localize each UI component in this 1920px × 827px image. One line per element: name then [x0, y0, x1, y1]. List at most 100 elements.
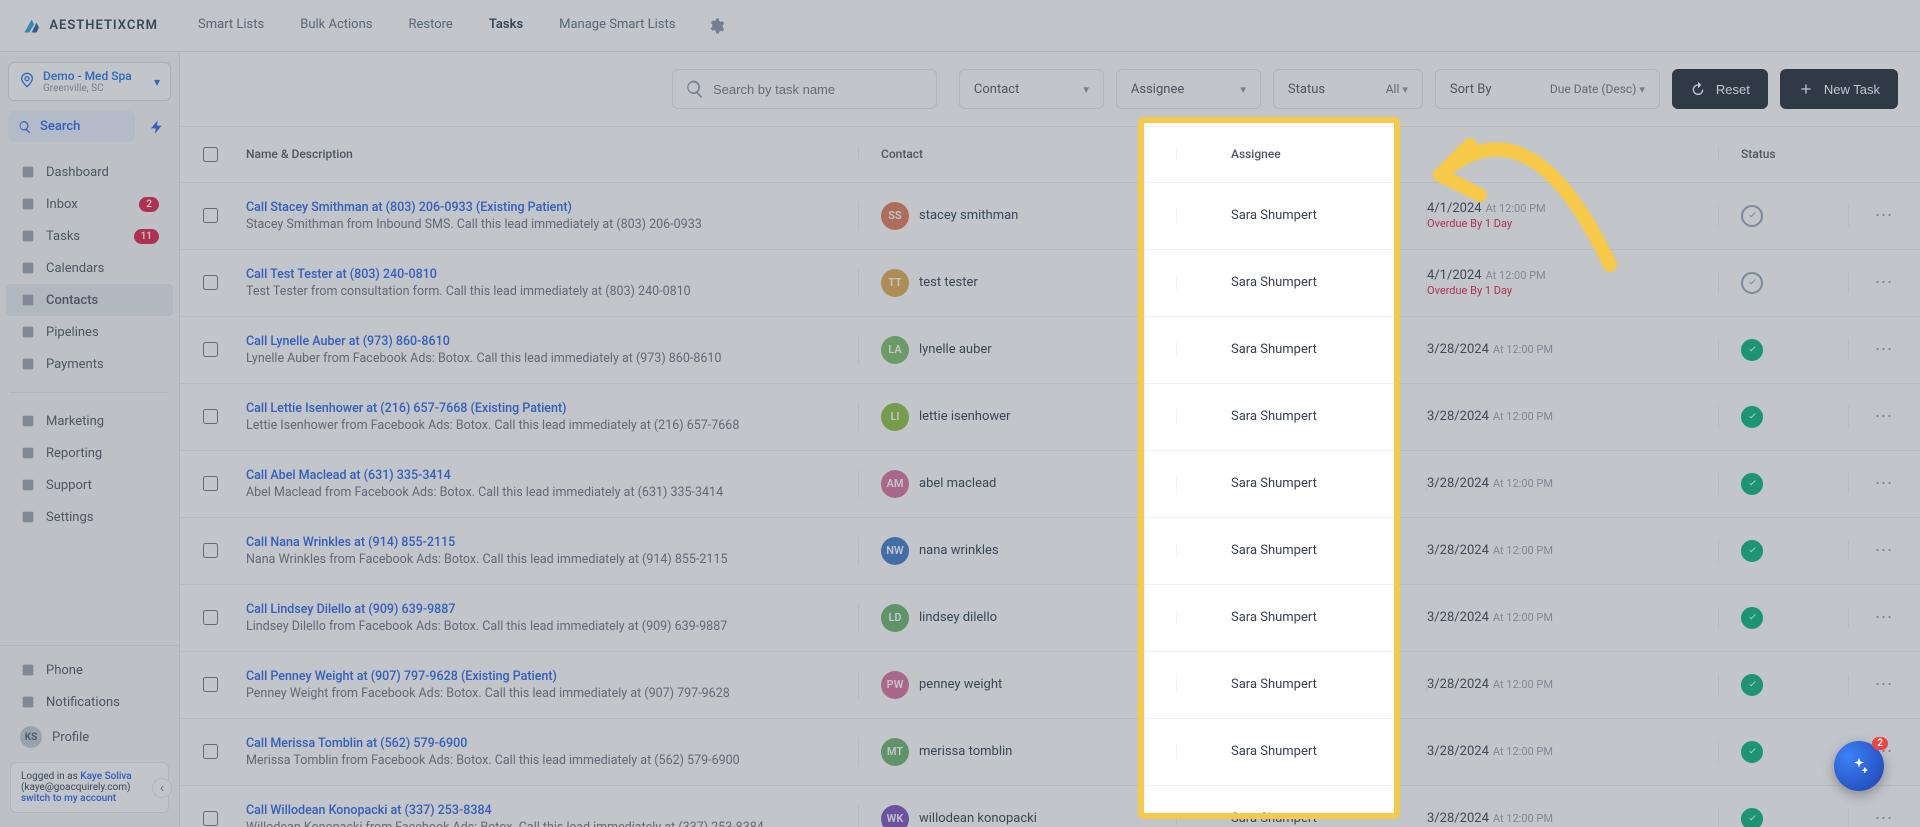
status-done-chip[interactable] — [1741, 741, 1763, 763]
row-checkbox[interactable] — [203, 543, 218, 558]
nav-manage-smart-lists[interactable]: Manage Smart Lists — [541, 0, 693, 51]
sidebar-item-marketing[interactable]: Marketing — [6, 405, 173, 437]
contact-name[interactable]: willodean konopacki — [919, 811, 1037, 826]
contact-name[interactable]: merissa tomblin — [919, 744, 1012, 759]
status-done-chip[interactable] — [1741, 808, 1763, 827]
contact-name[interactable]: abel maclead — [919, 476, 996, 491]
sidebar-item-contacts[interactable]: Contacts — [6, 284, 173, 316]
status-pending-chip[interactable] — [1741, 205, 1763, 227]
due-date: 3/28/2024 — [1427, 677, 1489, 692]
overdue-text: Overdue By 1 Day — [1427, 217, 1718, 230]
chat-fab[interactable]: 2 — [1834, 741, 1884, 791]
status-done-chip[interactable] — [1741, 607, 1763, 629]
quick-actions-bolt[interactable] — [143, 111, 171, 142]
search-icon — [18, 120, 32, 134]
assignee-name: Sara Shumpert — [1176, 610, 1426, 625]
filter-contact[interactable]: Contact ▾ — [959, 69, 1104, 109]
sidebar-badge: 2 — [139, 197, 159, 212]
task-title-link[interactable]: Call Lynelle Auber at (973) 860-8610 — [246, 334, 858, 349]
task-title-link[interactable]: Call Merissa Tomblin at (562) 579-6900 — [246, 736, 858, 751]
row-actions-menu[interactable]: ⋯ — [1848, 205, 1920, 226]
row-checkbox[interactable] — [203, 610, 218, 625]
task-title-link[interactable]: Call Abel Maclead at (631) 335-3414 — [246, 468, 858, 483]
row-checkbox[interactable] — [203, 409, 218, 424]
task-title-link[interactable]: Call Lindsey Dilello at (909) 639-9887 — [246, 602, 858, 617]
sidebar-item-inbox[interactable]: Inbox2 — [6, 188, 173, 220]
contact-name[interactable]: test tester — [919, 275, 978, 290]
row-checkbox[interactable] — [203, 677, 218, 692]
switch-account-link[interactable]: switch to my account — [21, 793, 116, 804]
sidebar-item-profile[interactable]: KSProfile — [6, 718, 173, 756]
sidebar-item-pipelines[interactable]: Pipelines — [6, 316, 173, 348]
row-checkbox[interactable] — [203, 744, 218, 759]
filter-status[interactable]: Status All ▾ — [1273, 69, 1423, 109]
row-actions-menu[interactable]: ⋯ — [1848, 272, 1920, 293]
status-done-chip[interactable] — [1741, 473, 1763, 495]
sidebar-item-reporting[interactable]: Reporting — [6, 437, 173, 469]
sidebar-item-label: Payments — [46, 357, 104, 372]
row-actions-menu[interactable]: ⋯ — [1848, 473, 1920, 494]
task-title-link[interactable]: Call Willodean Konopacki at (337) 253-83… — [246, 803, 858, 818]
status-done-chip[interactable] — [1741, 674, 1763, 696]
contact-name[interactable]: nana wrinkles — [919, 543, 999, 558]
sidebar-item-payments[interactable]: Payments — [6, 348, 173, 380]
sidebar-group-primary: DashboardInbox2Tasks11CalendarsContactsP… — [0, 152, 179, 384]
reset-button[interactable]: Reset — [1672, 69, 1768, 109]
task-title-link[interactable]: Call Test Tester at (803) 240-0810 — [246, 267, 858, 282]
brand-logo[interactable]: AESTHETIXCRM — [0, 14, 180, 38]
select-all-checkbox[interactable] — [203, 147, 218, 162]
sidebar-item-notifications[interactable]: Notifications — [6, 686, 173, 718]
row-actions-menu[interactable]: ⋯ — [1848, 808, 1920, 827]
collapse-sidebar-button[interactable]: ‹ — [152, 778, 172, 798]
due-time: At 12:00 PM — [1493, 678, 1553, 691]
filter-contact-label: Contact — [974, 82, 1019, 97]
contact-name[interactable]: penney weight — [919, 677, 1002, 692]
status-pending-chip[interactable] — [1741, 272, 1763, 294]
sidebar-item-settings[interactable]: Settings — [6, 501, 173, 533]
admin-email: (kaye@goacquirely.com) — [21, 782, 131, 793]
row-checkbox[interactable] — [203, 275, 218, 290]
filter-assignee[interactable]: Assignee ▾ — [1116, 69, 1261, 109]
nav-smart-lists[interactable]: Smart Lists — [180, 0, 282, 51]
row-actions-menu[interactable]: ⋯ — [1848, 674, 1920, 695]
due-date: 3/28/2024 — [1427, 476, 1489, 491]
row-actions-menu[interactable]: ⋯ — [1848, 540, 1920, 561]
nav-tasks[interactable]: Tasks — [471, 0, 541, 51]
location-selector[interactable]: Demo - Med Spa Greenville, SC ▾ — [8, 62, 171, 101]
task-search[interactable] — [672, 69, 937, 109]
contact-name[interactable]: lettie isenhower — [919, 409, 1010, 424]
row-checkbox[interactable] — [203, 342, 218, 357]
nav-bulk-actions[interactable]: Bulk Actions — [282, 0, 390, 51]
row-actions-menu[interactable]: ⋯ — [1848, 339, 1920, 360]
sidebar-item-support[interactable]: Support — [6, 469, 173, 501]
row-checkbox[interactable] — [203, 208, 218, 223]
task-title-link[interactable]: Call Penney Weight at (907) 797-9628 (Ex… — [246, 669, 858, 684]
task-title-link[interactable]: Call Lettie Isenhower at (216) 657-7668 … — [246, 401, 858, 416]
status-done-chip[interactable] — [1741, 406, 1763, 428]
contact-name[interactable]: lindsey dilello — [919, 610, 997, 625]
status-done-chip[interactable] — [1741, 540, 1763, 562]
sidebar-item-dashboard[interactable]: Dashboard — [6, 156, 173, 188]
due-time: At 12:00 PM — [1493, 410, 1553, 423]
reset-label: Reset — [1716, 82, 1750, 97]
task-search-input[interactable] — [713, 82, 924, 97]
status-done-chip[interactable] — [1741, 339, 1763, 361]
sidebar-item-calendars[interactable]: Calendars — [6, 252, 173, 284]
nav-settings-gear[interactable] — [693, 17, 739, 35]
contact-name[interactable]: stacey smithman — [919, 208, 1018, 223]
row-checkbox[interactable] — [203, 476, 218, 491]
contact-name[interactable]: lynelle auber — [919, 342, 992, 357]
row-actions-menu[interactable]: ⋯ — [1848, 406, 1920, 427]
new-task-button[interactable]: New Task — [1780, 69, 1898, 109]
task-title-link[interactable]: Call Stacey Smithman at (803) 206-0933 (… — [246, 200, 858, 215]
row-actions-menu[interactable]: ⋯ — [1848, 607, 1920, 628]
sidebar-item-phone[interactable]: Phone — [6, 654, 173, 686]
sidebar-item-tasks[interactable]: Tasks11 — [6, 220, 173, 252]
due-time: At 12:00 PM — [1486, 202, 1546, 215]
nav-restore[interactable]: Restore — [390, 0, 470, 51]
global-search[interactable]: Search — [8, 111, 135, 142]
row-checkbox[interactable] — [203, 811, 218, 826]
contact-avatar: LI — [881, 403, 909, 431]
sort-by[interactable]: Sort By Due Date (Desc) ▾ — [1435, 69, 1660, 109]
task-title-link[interactable]: Call Nana Wrinkles at (914) 855-2115 — [246, 535, 858, 550]
